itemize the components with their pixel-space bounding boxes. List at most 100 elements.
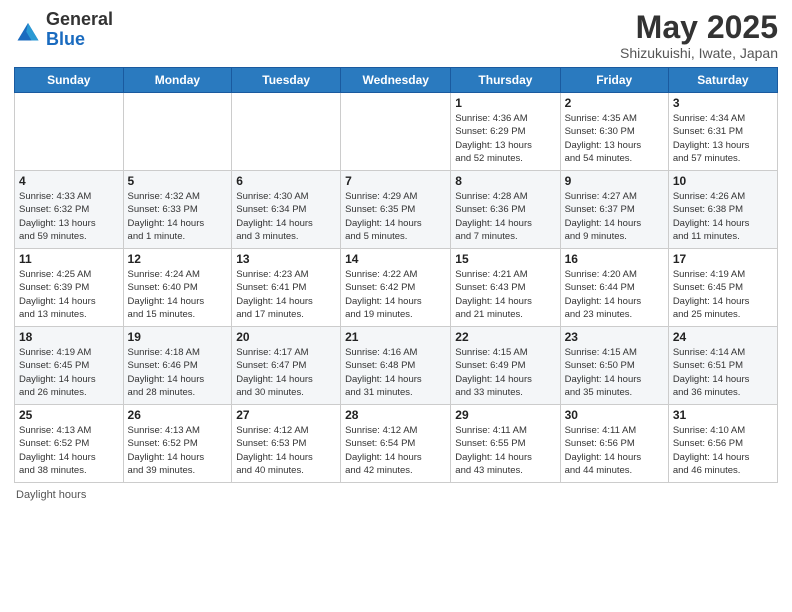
day-number: 28 [345, 408, 446, 422]
day-info: Sunrise: 4:22 AM Sunset: 6:42 PM Dayligh… [345, 268, 446, 321]
calendar-cell: 4 Sunrise: 4:33 AM Sunset: 6:32 PM Daylig… [15, 171, 124, 249]
day-info: Sunrise: 4:10 AM Sunset: 6:56 PM Dayligh… [673, 424, 773, 477]
week-row-4: 18 Sunrise: 4:19 AM Sunset: 6:45 PM Dayli… [15, 327, 778, 405]
logo-icon [14, 16, 42, 44]
week-row-1: 1Sunrise: 4:36 AM Sunset: 6:29 PM Daylig… [15, 93, 778, 171]
day-number: 10 [673, 174, 773, 188]
weekday-header-saturday: Saturday [668, 68, 777, 93]
day-number: 20 [236, 330, 336, 344]
day-info: Sunrise: 4:30 AM Sunset: 6:34 PM Dayligh… [236, 190, 336, 243]
day-number: 18 [19, 330, 119, 344]
day-info: Sunrise: 4:21 AM Sunset: 6:43 PM Dayligh… [455, 268, 555, 321]
footer-text: Daylight hours [16, 489, 86, 501]
day-info: Sunrise: 4:12 AM Sunset: 6:54 PM Dayligh… [345, 424, 446, 477]
calendar-cell: 14 Sunrise: 4:22 AM Sunset: 6:42 PM Dayli… [341, 249, 451, 327]
calendar-cell: 15 Sunrise: 4:21 AM Sunset: 6:43 PM Dayli… [451, 249, 560, 327]
day-info: Sunrise: 4:36 AM Sunset: 6:29 PM Dayligh… [455, 112, 555, 165]
day-number: 8 [455, 174, 555, 188]
calendar-cell: 17Sunrise: 4:19 AM Sunset: 6:45 PM Dayli… [668, 249, 777, 327]
day-number: 19 [128, 330, 228, 344]
day-number: 4 [19, 174, 119, 188]
day-number: 7 [345, 174, 446, 188]
day-number: 30 [565, 408, 664, 422]
weekday-header-row: SundayMondayTuesdayWednesdayThursdayFrid… [15, 68, 778, 93]
calendar-cell: 6 Sunrise: 4:30 AM Sunset: 6:34 PM Daylig… [232, 171, 341, 249]
day-number: 29 [455, 408, 555, 422]
day-info: Sunrise: 4:28 AM Sunset: 6:36 PM Dayligh… [455, 190, 555, 243]
day-info: Sunrise: 4:11 AM Sunset: 6:56 PM Dayligh… [565, 424, 664, 477]
day-info: Sunrise: 4:16 AM Sunset: 6:48 PM Dayligh… [345, 346, 446, 399]
calendar-cell: 2Sunrise: 4:35 AM Sunset: 6:30 PM Daylig… [560, 93, 668, 171]
weekday-header-sunday: Sunday [15, 68, 124, 93]
day-info: Sunrise: 4:19 AM Sunset: 6:45 PM Dayligh… [19, 346, 119, 399]
day-number: 2 [565, 96, 664, 110]
calendar-cell: 9 Sunrise: 4:27 AM Sunset: 6:37 PM Daylig… [560, 171, 668, 249]
day-info: Sunrise: 4:15 AM Sunset: 6:49 PM Dayligh… [455, 346, 555, 399]
day-info: Sunrise: 4:13 AM Sunset: 6:52 PM Dayligh… [128, 424, 228, 477]
calendar-cell: 10Sunrise: 4:26 AM Sunset: 6:38 PM Dayli… [668, 171, 777, 249]
calendar-cell: 8 Sunrise: 4:28 AM Sunset: 6:36 PM Daylig… [451, 171, 560, 249]
month-title: May 2025 [620, 10, 778, 45]
day-info: Sunrise: 4:17 AM Sunset: 6:47 PM Dayligh… [236, 346, 336, 399]
day-info: Sunrise: 4:32 AM Sunset: 6:33 PM Dayligh… [128, 190, 228, 243]
day-info: Sunrise: 4:33 AM Sunset: 6:32 PM Dayligh… [19, 190, 119, 243]
day-number: 6 [236, 174, 336, 188]
day-info: Sunrise: 4:27 AM Sunset: 6:37 PM Dayligh… [565, 190, 664, 243]
calendar-cell: 16 Sunrise: 4:20 AM Sunset: 6:44 PM Dayli… [560, 249, 668, 327]
calendar-cell: 27Sunrise: 4:12 AM Sunset: 6:53 PM Dayli… [232, 405, 341, 483]
calendar-cell: 18 Sunrise: 4:19 AM Sunset: 6:45 PM Dayli… [15, 327, 124, 405]
day-number: 11 [19, 252, 119, 266]
day-info: Sunrise: 4:24 AM Sunset: 6:40 PM Dayligh… [128, 268, 228, 321]
day-info: Sunrise: 4:14 AM Sunset: 6:51 PM Dayligh… [673, 346, 773, 399]
weekday-header-wednesday: Wednesday [341, 68, 451, 93]
calendar-cell: 25Sunrise: 4:13 AM Sunset: 6:52 PM Dayli… [15, 405, 124, 483]
day-info: Sunrise: 4:25 AM Sunset: 6:39 PM Dayligh… [19, 268, 119, 321]
weekday-header-thursday: Thursday [451, 68, 560, 93]
day-info: Sunrise: 4:18 AM Sunset: 6:46 PM Dayligh… [128, 346, 228, 399]
calendar-cell: 29 Sunrise: 4:11 AM Sunset: 6:55 PM Dayli… [451, 405, 560, 483]
day-number: 22 [455, 330, 555, 344]
day-number: 13 [236, 252, 336, 266]
day-info: Sunrise: 4:20 AM Sunset: 6:44 PM Dayligh… [565, 268, 664, 321]
footer: Daylight hours [14, 489, 778, 501]
day-number: 17 [673, 252, 773, 266]
day-info: Sunrise: 4:29 AM Sunset: 6:35 PM Dayligh… [345, 190, 446, 243]
calendar-cell: 5Sunrise: 4:32 AM Sunset: 6:33 PM Daylig… [123, 171, 232, 249]
calendar-cell: 13Sunrise: 4:23 AM Sunset: 6:41 PM Dayli… [232, 249, 341, 327]
week-row-5: 25 Sunrise: 4:13 AM Sunset: 6:52 PM Dayli… [15, 405, 778, 483]
day-info: Sunrise: 4:11 AM Sunset: 6:55 PM Dayligh… [455, 424, 555, 477]
calendar-cell: 1Sunrise: 4:36 AM Sunset: 6:29 PM Daylig… [451, 93, 560, 171]
week-row-2: 4 Sunrise: 4:33 AM Sunset: 6:32 PM Daylig… [15, 171, 778, 249]
calendar-cell [232, 93, 341, 171]
day-number: 15 [455, 252, 555, 266]
day-number: 3 [673, 96, 773, 110]
day-number: 24 [673, 330, 773, 344]
calendar-cell: 11 Sunrise: 4:25 AM Sunset: 6:39 PM Dayli… [15, 249, 124, 327]
day-number: 21 [345, 330, 446, 344]
weekday-header-friday: Friday [560, 68, 668, 93]
day-number: 14 [345, 252, 446, 266]
calendar-cell: 24 Sunrise: 4:14 AM Sunset: 6:51 PM Dayli… [668, 327, 777, 405]
logo-blue-text: Blue [46, 29, 85, 49]
day-number: 16 [565, 252, 664, 266]
calendar-cell: 7 Sunrise: 4:29 AM Sunset: 6:35 PM Daylig… [341, 171, 451, 249]
logo-general-text: General [46, 9, 113, 29]
header: General Blue May 2025 Shizukuishi, Iwate… [14, 10, 778, 61]
day-number: 9 [565, 174, 664, 188]
day-number: 26 [128, 408, 228, 422]
day-number: 23 [565, 330, 664, 344]
calendar-cell: 12 Sunrise: 4:24 AM Sunset: 6:40 PM Dayli… [123, 249, 232, 327]
day-number: 12 [128, 252, 228, 266]
calendar-cell: 20 Sunrise: 4:17 AM Sunset: 6:47 PM Dayli… [232, 327, 341, 405]
day-info: Sunrise: 4:34 AM Sunset: 6:31 PM Dayligh… [673, 112, 773, 165]
day-number: 25 [19, 408, 119, 422]
calendar-table: SundayMondayTuesdayWednesdayThursdayFrid… [14, 67, 778, 483]
logo: General Blue [14, 10, 113, 50]
calendar-cell: 3 Sunrise: 4:34 AM Sunset: 6:31 PM Daylig… [668, 93, 777, 171]
day-number: 31 [673, 408, 773, 422]
calendar-cell [15, 93, 124, 171]
week-row-3: 11 Sunrise: 4:25 AM Sunset: 6:39 PM Dayli… [15, 249, 778, 327]
weekday-header-tuesday: Tuesday [232, 68, 341, 93]
calendar-cell [341, 93, 451, 171]
weekday-header-monday: Monday [123, 68, 232, 93]
